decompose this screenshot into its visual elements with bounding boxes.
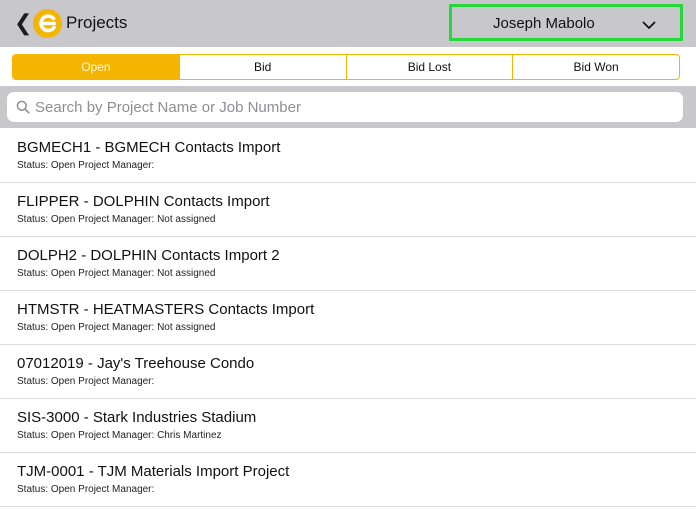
project-status: Status: Open Project Manager: Not assign… (17, 268, 216, 279)
project-name: SIS-3000 - Stark Industries Stadium (17, 409, 257, 426)
top-bar: ❮ Projects Joseph Mabolo (0, 0, 696, 47)
search-input[interactable] (35, 92, 665, 122)
status-segmented-control: Open Bid Bid Lost Bid Won (12, 54, 680, 80)
project-name: DOLPH2 - DOLPHIN Contacts Import 2 (17, 247, 280, 264)
list-item[interactable]: 07012019 - Jay's Treehouse Condo Status:… (0, 345, 696, 399)
search-bar (0, 86, 696, 128)
chevron-down-icon (642, 17, 656, 35)
project-name: 07012019 - Jay's Treehouse Condo (17, 355, 255, 372)
project-name: TJM-0001 - TJM Materials Import Project (17, 463, 290, 480)
back-chevron-icon[interactable]: ❮ (14, 10, 32, 36)
list-item[interactable]: DOLPH2 - DOLPHIN Contacts Import 2 Statu… (0, 237, 696, 291)
tab-open[interactable]: Open (13, 55, 179, 79)
list-item[interactable]: SIS-3000 - Stark Industries Stadium Stat… (0, 399, 696, 453)
project-list: BGMECH1 - BGMECH Contacts Import Status:… (0, 129, 696, 507)
project-status: Status: Open Project Manager: (17, 376, 155, 387)
project-status: Status: Open Project Manager: Chris Mart… (17, 430, 222, 441)
user-name-label: Joseph Mabolo (493, 15, 595, 32)
user-selector-dropdown[interactable]: Joseph Mabolo (449, 4, 683, 41)
project-status: Status: Open Project Manager: Not assign… (17, 214, 216, 225)
list-item[interactable]: HTMSTR - HEATMASTERS Contacts Import Sta… (0, 291, 696, 345)
list-item[interactable]: FLIPPER - DOLPHIN Contacts Import Status… (0, 183, 696, 237)
project-name: BGMECH1 - BGMECH Contacts Import (17, 139, 281, 156)
search-icon (16, 100, 30, 119)
search-box (7, 92, 683, 122)
project-status: Status: Open Project Manager: (17, 484, 155, 495)
project-status: Status: Open Project Manager: Not assign… (17, 322, 216, 333)
tab-bid[interactable]: Bid (178, 55, 346, 79)
list-item[interactable]: BGMECH1 - BGMECH Contacts Import Status:… (0, 129, 696, 183)
project-status: Status: Open Project Manager: (17, 160, 155, 171)
tab-bid-lost[interactable]: Bid Lost (345, 55, 513, 79)
list-item[interactable]: TJM-0001 - TJM Materials Import Project … (0, 453, 696, 507)
project-name: HTMSTR - HEATMASTERS Contacts Import (17, 301, 315, 318)
page-title: Projects (66, 13, 128, 32)
e-logo-icon (33, 9, 62, 38)
project-name: FLIPPER - DOLPHIN Contacts Import (17, 193, 270, 210)
tab-bid-won[interactable]: Bid Won (512, 55, 679, 79)
